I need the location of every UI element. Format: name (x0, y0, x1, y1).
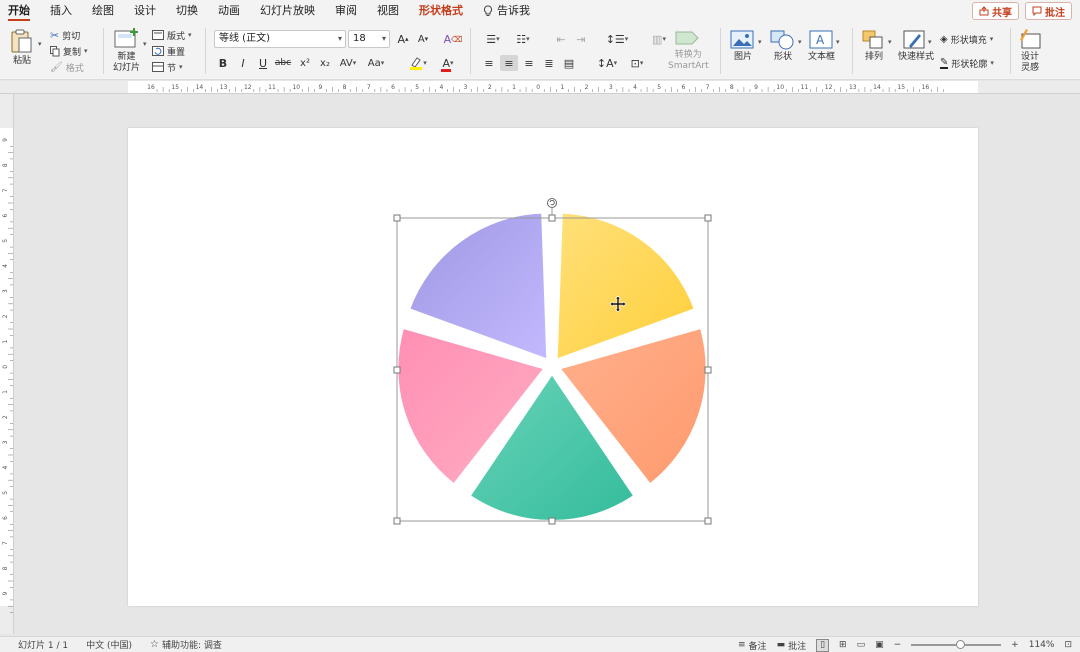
resize-handle-bottom-left[interactable] (393, 517, 401, 525)
reading-view-icon[interactable]: ▭ (857, 640, 866, 650)
slide-counter: 幻灯片 1 / 1 (18, 638, 68, 651)
accessibility-icon: ☆ (149, 639, 159, 650)
language-label: 中文 (中国) (86, 641, 132, 651)
language-indicator[interactable]: 中文 (中国) (86, 638, 132, 651)
normal-view-icon[interactable]: ▯ (816, 638, 830, 652)
resize-handle-bottom-right[interactable] (704, 517, 712, 525)
zoom-out-icon[interactable]: − (894, 640, 902, 650)
notes-button[interactable]: ≡ 备注 (738, 639, 767, 652)
zoom-slider-knob[interactable] (956, 640, 966, 649)
pie-graphic[interactable] (0, 0, 1080, 652)
status-comments-label: 批注 (788, 641, 807, 652)
slide-counter-label: 幻灯片 1 / 1 (18, 641, 69, 651)
resize-handle-bottom[interactable] (548, 517, 556, 525)
zoom-in-icon[interactable]: + (1011, 640, 1019, 650)
zoom-level[interactable]: 114% (1029, 640, 1055, 650)
accessibility-label: 辅助功能: 调查 (161, 641, 222, 651)
resize-handle-left[interactable] (393, 366, 401, 374)
resize-handle-top[interactable] (548, 214, 556, 222)
resize-handle-right[interactable] (704, 366, 712, 374)
zoom-slider[interactable] (911, 640, 1002, 649)
notes-icon: ≡ (738, 640, 746, 650)
status-comments-button[interactable]: ▬ 批注 (777, 639, 807, 652)
rotate-handle-icon[interactable] (547, 198, 557, 208)
comment-icon: ▬ (776, 640, 786, 650)
resize-handle-top-left[interactable] (393, 214, 401, 222)
resize-handle-top-right[interactable] (704, 214, 712, 222)
slide-sorter-icon[interactable]: ⊞ (839, 640, 847, 650)
slideshow-icon[interactable]: ▣ (875, 640, 884, 650)
notes-label: 备注 (748, 641, 767, 652)
pie-slices[interactable] (396, 211, 708, 522)
fit-to-window-icon[interactable]: ⊡ (1064, 640, 1072, 650)
status-bar: 幻灯片 1 / 1 中文 (中国) ☆ 辅助功能: 调查 ≡ 备注 ▬ 批注 ▯… (0, 636, 1080, 652)
accessibility-button[interactable]: ☆ 辅助功能: 调查 (150, 638, 222, 651)
